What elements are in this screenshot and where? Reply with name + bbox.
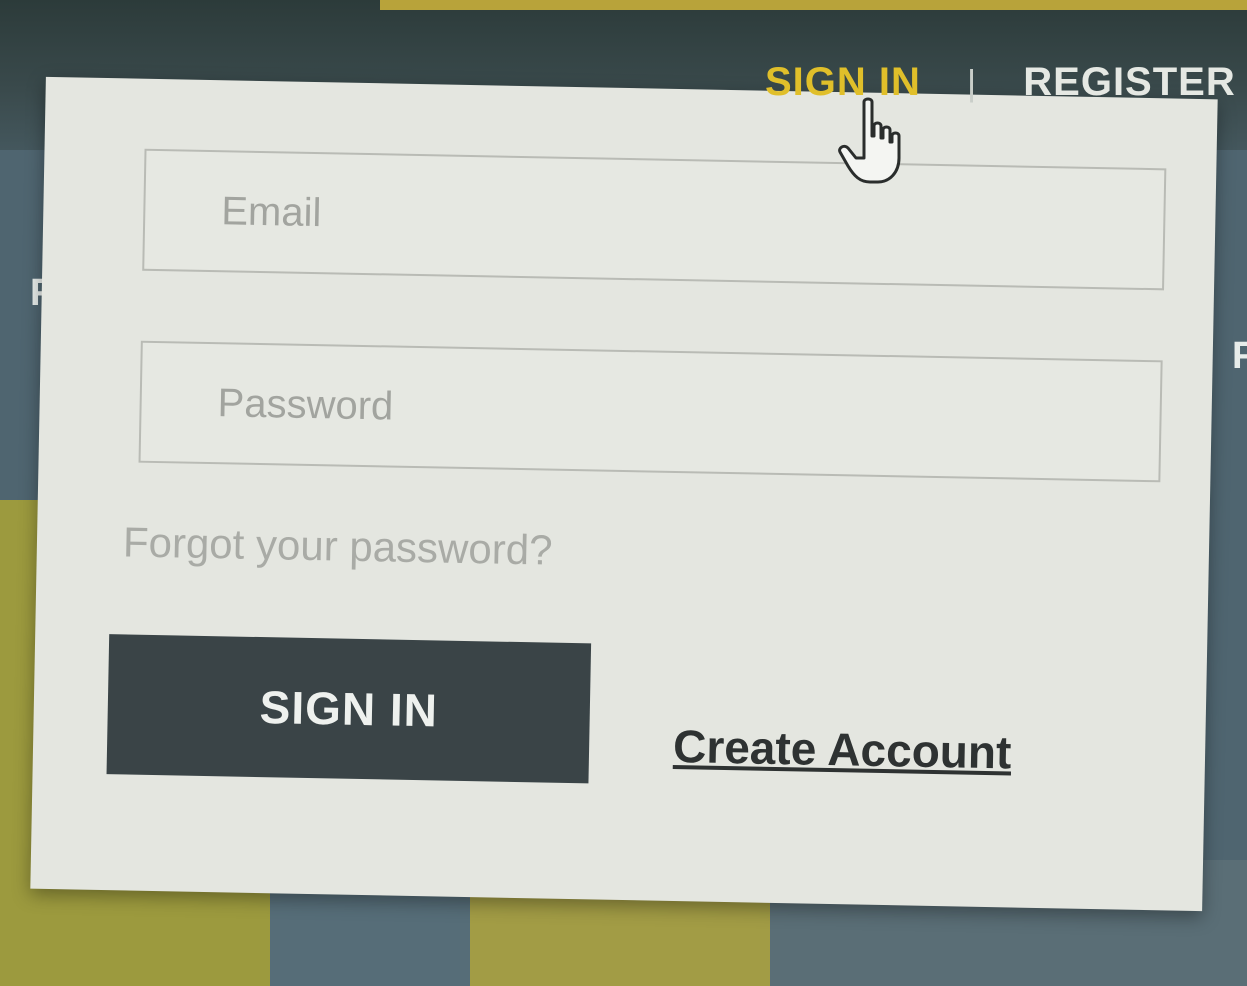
header-accent-stripe [380, 0, 1247, 10]
nav-separator: | [966, 61, 978, 103]
forgot-password-link[interactable]: Forgot your password? [123, 518, 553, 574]
sign-in-button[interactable]: SIGN IN [106, 634, 592, 784]
email-field[interactable] [142, 148, 1167, 291]
login-popup: Forgot your password? SIGN IN Create Acc… [30, 76, 1218, 912]
hand-pointer-icon [838, 97, 901, 184]
create-account-link[interactable]: Create Account [673, 719, 1012, 779]
background-letter-right: F [1232, 335, 1247, 377]
nav-register-link[interactable]: REGISTER [1023, 60, 1235, 105]
password-field[interactable] [138, 340, 1163, 483]
page: F F Forgot your password? SIGN IN Create… [0, 0, 1247, 986]
